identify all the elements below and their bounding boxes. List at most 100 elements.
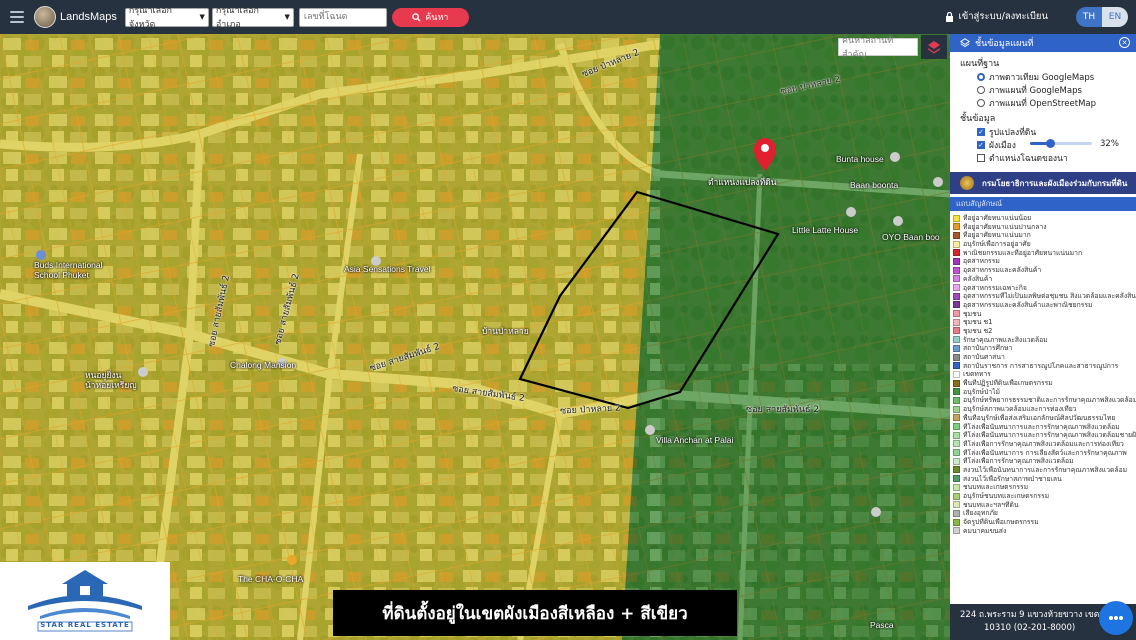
chat-button[interactable] — [1099, 601, 1133, 635]
legend-label: ที่อยู่อาศัยหนาแน่นน้อย — [963, 214, 1032, 222]
legend-item: อนุรักษ์สภาพแวดล้อมและการท่องเที่ยว — [950, 405, 1136, 414]
company-name: STAR REAL ESTATE — [40, 621, 130, 629]
login-link[interactable]: เข้าสู่ระบบ/ลงทะเบียน — [945, 9, 1048, 24]
legend-item: ชนบทและเกษตรกรรม — [950, 483, 1136, 492]
map-canvas[interactable]: ตำแหน่งแปลงที่ดิน Bunta house Baan boont… — [0, 34, 950, 640]
legend-item: ที่อยู่อาศัยหนาแน่นมาก — [950, 231, 1136, 240]
legend-swatch — [953, 231, 960, 239]
legend-label: สงวนไว้เพื่อรักษาสภาพป่าชายเลน — [963, 474, 1062, 483]
poi-little-latte[interactable]: Little Latte House — [792, 225, 858, 235]
poi-chalong-mansion[interactable]: Chalong Mansion — [230, 360, 296, 370]
poi-oyo[interactable]: OYO Baan boo — [882, 232, 940, 242]
landsmaps-app: LandsMaps กรุณาเลือกจังหวัด ▼ กรุณาเลือก… — [0, 0, 1136, 640]
layer-option-label: ตำแหน่งโฉนดของนา — [989, 153, 1068, 164]
place-search-placeholder: ค้นหาสถานที่สำคัญ — [842, 36, 894, 60]
legend-swatch — [953, 240, 960, 248]
basemap-option[interactable]: ภาพแผนที่ GoogleMaps — [950, 83, 1136, 96]
deed-number-input[interactable] — [298, 7, 387, 27]
legend-item: ที่อยู่อาศัยหนาแน่นน้อย — [950, 214, 1136, 223]
road-label: ซอย สายสัมพันธ์ 2 — [746, 405, 820, 415]
legend-swatch — [953, 483, 960, 491]
basemap-option[interactable]: ภาพแผนที่ OpenStreetMap — [950, 96, 1136, 109]
legend-item: เขตทหาร — [950, 370, 1136, 379]
hamburger-menu-icon[interactable] — [0, 0, 34, 34]
layer-option[interactable]: ตำแหน่งโฉนดของนา — [950, 151, 1136, 164]
legend-item: ชุมชน ช1 — [950, 318, 1136, 327]
layer-option-label: รูปแปลงที่ดิน — [989, 127, 1037, 138]
layer-option[interactable]: ✓ รูปแปลงที่ดิน — [950, 125, 1136, 138]
legend-swatch — [953, 327, 960, 335]
layer-checkbox[interactable]: ✓ — [977, 140, 985, 149]
poi-asia-sensations[interactable]: Asia Sensations Travel — [344, 264, 430, 274]
legend-label: พื้นที่ปฏิรูปที่ดินเพื่อเกษตรกรรม — [963, 379, 1053, 388]
legend-label: สถาบันราชการ การสาธารณูปโภคและสาธารณูปกา… — [963, 361, 1119, 370]
poi-baan-boonta[interactable]: Baan boonta — [850, 180, 898, 190]
basemap-radio[interactable] — [977, 98, 985, 107]
legend-label: อุตสาหกรรมและคลังสินค้าและพาณิชยกรรม — [963, 300, 1093, 309]
layer-option-label: ผังเมือง — [989, 140, 1016, 151]
basemap-option[interactable]: ภาพดาวเทียม GoogleMaps — [950, 70, 1136, 83]
legend-item: จัดรูปที่ดินเพื่อเกษตรกรรม — [950, 518, 1136, 527]
legend-item: อุตสาหกรรมเฉพาะกิจ — [950, 284, 1136, 293]
legend-item: ที่อยู่อาศัยหนาแน่นปานกลาง — [950, 223, 1136, 232]
legend-label: อนุรักษ์เพื่อการอยู่อาศัย — [963, 240, 1031, 249]
opacity-slider[interactable] — [1030, 139, 1092, 148]
legend-item: เสี่ยงอุทกภัย — [950, 509, 1136, 518]
lang-th-button[interactable]: TH — [1076, 7, 1102, 27]
legend-label: อุตสาหกรรม — [963, 257, 1000, 266]
legend-item: สถาบันราชการ การสาธารณูปโภคและสาธารณูปกา… — [950, 362, 1136, 371]
basemap-radio[interactable] — [977, 85, 985, 94]
legend-label: อนุรักษ์ชนบทและเกษตรกรรม — [963, 492, 1050, 500]
district-select[interactable]: กรุณาเลือกอำเภอ ▼ — [211, 6, 294, 30]
province-select[interactable]: กรุณาเลือกจังหวัด ▼ — [124, 6, 209, 30]
poi-gecko[interactable]: หนอยู่ยิ่งน น้าหอยเหรียญ — [85, 370, 137, 390]
legend-item: พาณิชยกรรมและที่อยู่อาศัยหนาแน่นมาก — [950, 249, 1136, 258]
green-zone — [622, 34, 950, 640]
legend-item: อุตสาหกรรมที่ไม่เป็นมลพิษต่อชุมชน สิ่งแว… — [950, 292, 1136, 301]
search-icon — [412, 12, 421, 22]
legend-item: อุตสาหกรรมและคลังสินค้าและพาณิชยกรรม — [950, 301, 1136, 310]
legend-item: ที่โล่งเพื่อการรักษาคุณภาพสิ่งแวดล้อมและ… — [950, 440, 1136, 449]
legend-swatch — [953, 214, 960, 222]
legend-label: สงวนไว้เพื่อนันทนาการและการรักษาคุณภาพสิ… — [963, 465, 1128, 474]
legend-item: ที่โล่งเพื่อนันทนาการและการรักษาคุณภาพสิ… — [950, 431, 1136, 440]
legend-item: อนุรักษ์เพื่อการอยู่อาศัย — [950, 240, 1136, 249]
place-search-input[interactable]: ค้นหาสถานที่สำคัญ — [838, 36, 918, 60]
poi-pasca[interactable]: Pasca — [870, 620, 894, 630]
layer-checkbox[interactable]: ✓ — [977, 127, 985, 136]
poi-villa-anchan[interactable]: Villa Anchan at Palai — [656, 435, 733, 445]
poi-buds-school[interactable]: Buds International School Phuket — [34, 260, 103, 280]
legend-label: อุตสาหกรรมเฉพาะกิจ — [963, 283, 1027, 292]
legend-item: ชุมชน ช2 — [950, 327, 1136, 336]
lock-icon — [946, 11, 954, 22]
legend-item: สถาบันศาสนา — [950, 353, 1136, 362]
legend-label: พาณิชยกรรมและที่อยู่อาศัยหนาแน่นมาก — [963, 248, 1083, 257]
legend-label: ที่อยู่อาศัยหนาแน่นปานกลาง — [963, 222, 1047, 231]
legend-label: เสี่ยงอุทกภัย — [963, 509, 998, 518]
opacity-slider-handle[interactable] — [1045, 139, 1055, 148]
panel-title: ชั้นข้อมูลแผนที่ — [975, 39, 1034, 49]
legend-item: ที่โล่งเพื่อการรักษาคุณภาพสิ่งแวดล้อม — [950, 457, 1136, 466]
legend-swatch — [953, 388, 960, 396]
legend-swatch — [953, 249, 960, 257]
legend-label: พื้นที่อนุรักษ์เพื่อส่งเสริมเอกลักษณ์ศิล… — [963, 413, 1116, 422]
panel-header: ชั้นข้อมูลแผนที่ ✕ — [950, 34, 1136, 52]
search-button[interactable]: ค้นหา — [391, 7, 469, 27]
basemap-options: ภาพดาวเทียม GoogleMaps ภาพแผนที่ GoogleMa… — [950, 70, 1136, 109]
legend-swatch — [953, 223, 960, 231]
legend-label: คมนาคมขนส่ง — [963, 526, 1007, 535]
video-caption: ที่ดินตั้งอยู่ในเขตผังเมืองสีเหลือง + สี… — [333, 590, 737, 636]
legend-swatch — [953, 362, 960, 370]
lang-en-button[interactable]: EN — [1102, 7, 1128, 27]
poi-bunta-house[interactable]: Bunta house — [836, 154, 884, 164]
legend-swatch — [953, 301, 960, 309]
poi-baan-pa-lai[interactable]: บ้านป่าหลาย — [482, 324, 529, 338]
basemap-radio[interactable] — [977, 72, 985, 81]
poi-cha-o-cha[interactable]: The CHA-O-CHA — [238, 574, 303, 584]
layer-option[interactable]: ✓ ผังเมือง 32% — [950, 138, 1136, 151]
legend-swatch — [953, 509, 960, 517]
close-icon[interactable]: ✕ — [1119, 37, 1130, 48]
company-logo: STAR REAL ESTATE — [0, 562, 170, 640]
layers-button[interactable] — [921, 35, 947, 59]
layer-checkbox[interactable] — [977, 153, 985, 162]
